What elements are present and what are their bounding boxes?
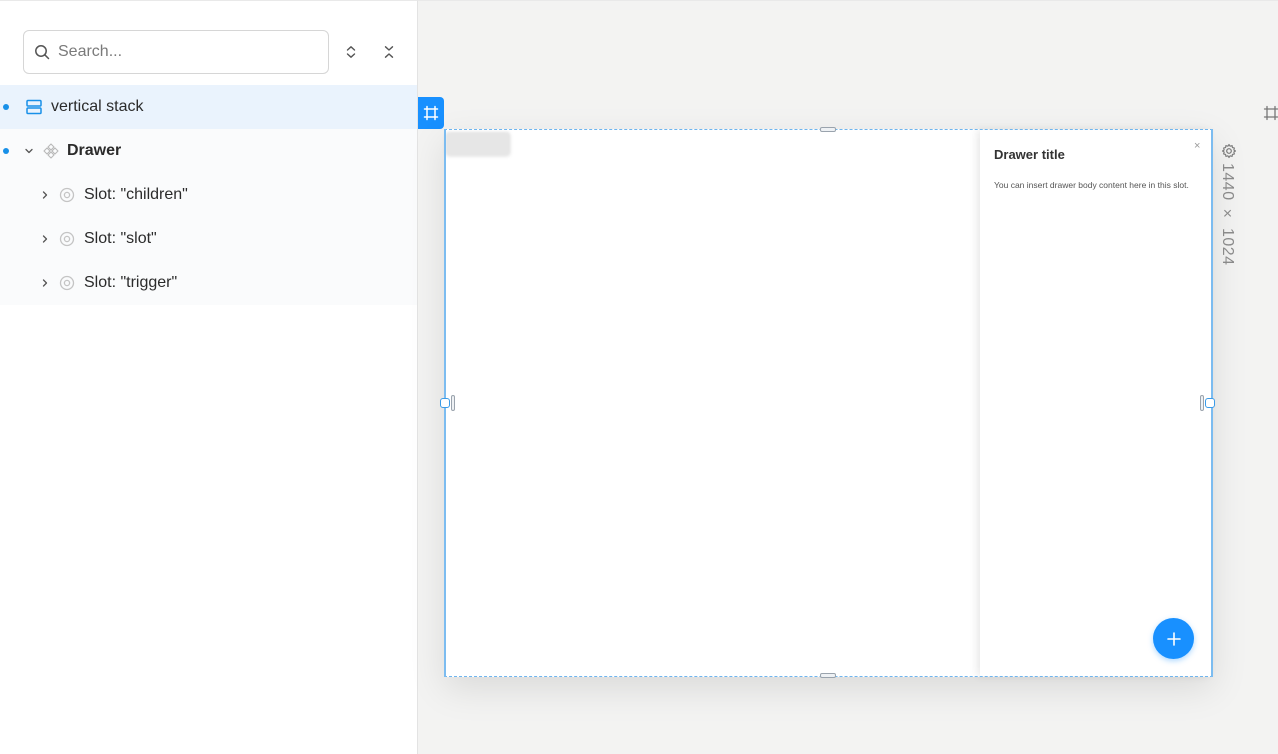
chevron-down-icon[interactable] bbox=[23, 145, 35, 157]
add-button[interactable] bbox=[1153, 618, 1194, 659]
layer-tree: vertical stack Drawer Slot: "children" S… bbox=[0, 85, 417, 305]
close-icon[interactable]: × bbox=[1194, 140, 1200, 152]
tree-item-slot-children[interactable]: Slot: "children" bbox=[0, 173, 417, 217]
resize-handle-right[interactable] bbox=[1205, 398, 1215, 408]
frame-icon[interactable] bbox=[1263, 105, 1278, 121]
resize-handle-top[interactable] bbox=[820, 127, 836, 132]
chevron-right-icon[interactable] bbox=[39, 277, 51, 289]
search-input[interactable] bbox=[58, 43, 308, 61]
slot-icon bbox=[58, 274, 76, 292]
selection-dot bbox=[3, 104, 9, 110]
placeholder-chip bbox=[446, 132, 510, 155]
tree-item-label: Slot: "children" bbox=[84, 186, 188, 203]
tree-item-slot-slot[interactable]: Slot: "slot" bbox=[0, 217, 417, 261]
drawer-body-text: You can insert drawer body content here … bbox=[994, 180, 1189, 190]
chevrons-up-down-icon bbox=[346, 46, 356, 58]
resize-grip-right[interactable] bbox=[1200, 395, 1204, 411]
tree-item-label: vertical stack bbox=[51, 98, 144, 115]
drawer-panel[interactable]: Drawer title × You can insert drawer bod… bbox=[980, 130, 1212, 676]
drawer-title: Drawer title bbox=[994, 147, 1065, 162]
tree-item-slot-trigger[interactable]: Slot: "trigger" bbox=[0, 261, 417, 305]
plus-icon bbox=[1166, 631, 1181, 646]
gear-icon[interactable] bbox=[1221, 143, 1237, 159]
slot-icon bbox=[58, 186, 76, 204]
resize-handle-bottom[interactable] bbox=[820, 673, 836, 678]
tree-item-label: Drawer bbox=[67, 142, 122, 159]
resize-grip-left[interactable] bbox=[451, 395, 455, 411]
selection-dot bbox=[3, 148, 9, 154]
frame-size-label: 1440 × 1024 bbox=[1219, 163, 1236, 266]
chevrons-in-icon bbox=[384, 46, 394, 58]
tree-item-label: Slot: "trigger" bbox=[84, 274, 178, 291]
chevron-right-icon[interactable] bbox=[39, 189, 51, 201]
layers-panel: vertical stack Drawer bbox=[0, 0, 418, 754]
search-box[interactable] bbox=[23, 30, 329, 74]
frame-tag[interactable] bbox=[418, 97, 444, 129]
stack-icon bbox=[25, 98, 43, 116]
slot-icon bbox=[58, 230, 76, 248]
tree-item-vertical-stack[interactable]: vertical stack bbox=[0, 85, 417, 129]
component-icon bbox=[42, 142, 60, 160]
canvas[interactable]: Drawer title × You can insert drawer bod… bbox=[418, 0, 1278, 754]
resize-handle-left[interactable] bbox=[440, 398, 450, 408]
collapse-all-button[interactable] bbox=[378, 41, 400, 63]
expand-all-button[interactable] bbox=[340, 41, 362, 63]
search-icon bbox=[35, 45, 50, 60]
chevron-right-icon[interactable] bbox=[39, 233, 51, 245]
tree-item-drawer[interactable]: Drawer bbox=[0, 129, 417, 173]
frame-icon bbox=[423, 105, 439, 121]
tree-item-label: Slot: "slot" bbox=[84, 230, 157, 247]
